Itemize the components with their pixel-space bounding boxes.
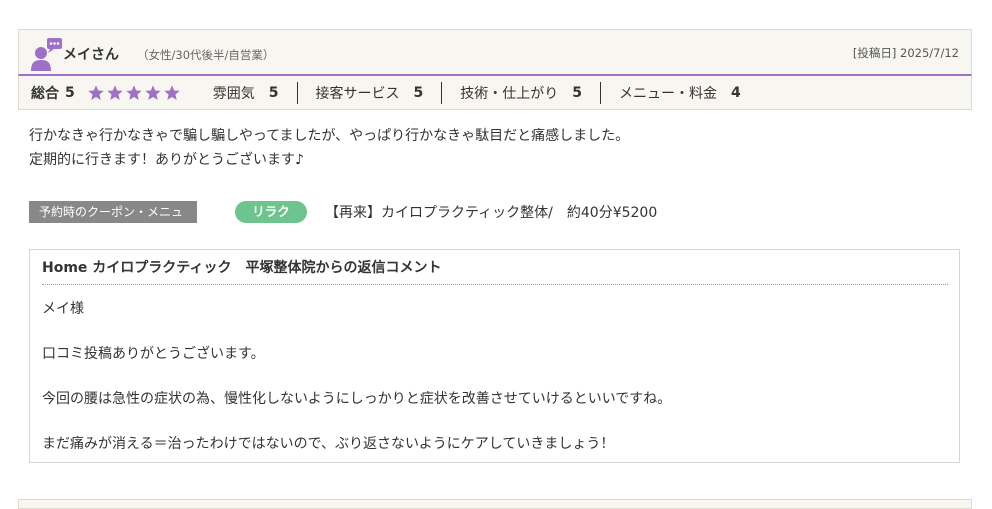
- coupon-label: 予約時のクーポン・メニュー: [29, 201, 197, 241]
- category-value: 5: [413, 84, 424, 101]
- star-icon: [107, 84, 123, 100]
- rating-bar: 総合 5 雰囲気 5 接客サービス 5 技術・仕上がり 5 メニュー・料金 4: [18, 76, 972, 110]
- coupon-category-badge: リラク: [235, 201, 307, 223]
- post-date: [投稿日] 2025/7/12: [852, 46, 959, 60]
- category-label: 技術・仕上がり: [460, 85, 559, 102]
- reply-line: 今回の腰は急性の症状の為、慢性化しないようにしっかりと症状を改善させていけるとい…: [42, 391, 672, 407]
- star-icon: [145, 84, 161, 100]
- rating-stars: [87, 84, 181, 102]
- total-rating-label: 総合: [31, 85, 59, 102]
- review-card: メイさん （女性/30代後半/自営業） [投稿日] 2025/7/12 総合 5…: [18, 29, 972, 110]
- category-label: 接客サービス: [315, 85, 400, 102]
- category-value: 4: [731, 84, 741, 101]
- reply-line: まだ痛みが消える＝治ったわけではないので、ぶり返さないようにケアしていきましょう…: [42, 436, 615, 452]
- category-value: 5: [572, 84, 582, 101]
- review-body: 行かなきゃ行かなきゃで騙し騙しやってましたが、やっぱり行かなきゃ駄目だと痛感しま…: [29, 124, 929, 172]
- reviewer-name: メイさん: [63, 47, 119, 63]
- review-body-line: 定期的に行きます！ありがとうございます♪: [29, 152, 304, 168]
- category-rating-technique: 技術・仕上がり 5: [441, 81, 600, 104]
- star-icon: [88, 84, 104, 100]
- category-value: 5: [268, 84, 279, 101]
- reply-line: 口コミ投稿ありがとうございます。: [42, 346, 265, 362]
- category-rating-service: 接客サービス 5: [296, 81, 442, 104]
- review-body-line: 行かなきゃ行かなきゃで騙し騙しやってましたが、やっぱり行かなきゃ駄目だと痛感しま…: [29, 128, 630, 144]
- star-icon: [126, 84, 142, 100]
- salon-reply: Home カイロプラクティック 平塚整体院からの返信コメント メイ様 口コミ投稿…: [29, 249, 960, 463]
- user-speech-icon: [31, 38, 62, 71]
- reply-divider: [42, 284, 948, 285]
- reply-line: メイ様: [42, 301, 84, 317]
- category-rating-atmosphere: 雰囲気 5: [195, 82, 297, 104]
- next-review-card: [18, 499, 972, 509]
- category-rating-menu-price: メニュー・料金 4: [600, 81, 759, 104]
- category-label: メニュー・料金: [619, 85, 717, 102]
- total-rating-value: 5: [65, 84, 75, 101]
- review-header: メイさん （女性/30代後半/自営業） [投稿日] 2025/7/12: [18, 29, 972, 76]
- reviewer-info: （女性/30代後半/自営業）: [137, 48, 275, 62]
- category-label: 雰囲気: [212, 85, 255, 102]
- category-ratings: 雰囲気 5 接客サービス 5 技術・仕上がり 5 メニュー・料金 4: [195, 81, 759, 104]
- reply-title: Home カイロプラクティック 平塚整体院からの返信コメント: [42, 260, 442, 276]
- coupon-row: 予約時のクーポン・メニュー リラク 【再来】カイロプラクティック整体/ 約40分…: [29, 200, 929, 241]
- star-icon: [164, 84, 180, 100]
- coupon-menu-link[interactable]: 【再来】カイロプラクティック整体/ 約40分¥5200: [325, 202, 657, 222]
